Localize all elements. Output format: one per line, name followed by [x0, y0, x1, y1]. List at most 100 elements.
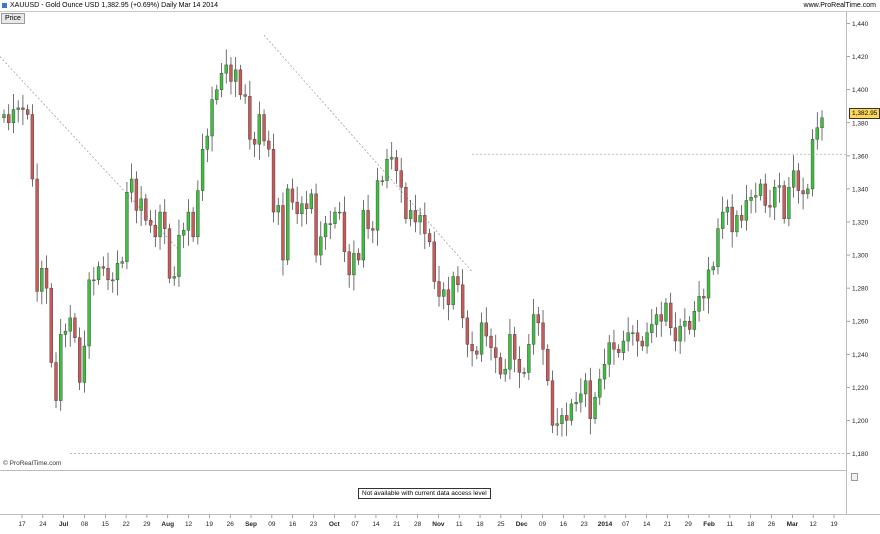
candle-body [234, 69, 238, 82]
x-tick-label: 21 [393, 521, 401, 528]
candle-body [820, 117, 824, 128]
y-tick-label: 1,280 [852, 286, 869, 293]
candle-body [470, 344, 474, 352]
candle-body [517, 359, 522, 373]
candle-body [21, 107, 25, 110]
candle-body [418, 215, 422, 223]
candle-body [815, 127, 819, 140]
x-tick-label: 18 [747, 521, 755, 528]
x-tick-label: 25 [497, 521, 505, 528]
candle-body [262, 114, 266, 142]
candle-body [63, 330, 68, 335]
candle-body [25, 109, 30, 115]
candle-body [777, 185, 782, 188]
x-tick-label: 21 [664, 521, 672, 528]
time-axis[interactable]: 17 24 Jul 08 15 22 29 Aug 12 19 26 Sep 09 16 23 Oct 07 14… [0, 514, 880, 529]
candle-body [139, 198, 143, 211]
candle-body [44, 268, 49, 289]
candle-body [735, 215, 739, 233]
x-tick-label: 18 [476, 521, 484, 528]
candle-body [541, 322, 545, 350]
candle-body [475, 350, 479, 355]
candle-body [210, 99, 214, 137]
candle-body [16, 107, 20, 110]
candle-body [617, 349, 621, 353]
candle-body [338, 211, 342, 214]
candle-body [144, 198, 148, 221]
candle-body [791, 170, 796, 188]
candle-body [385, 158, 389, 181]
candle-body [574, 402, 578, 405]
candle-body [248, 96, 252, 140]
candle-body [82, 345, 87, 383]
candle-body [219, 72, 224, 90]
candle-body [546, 349, 550, 381]
candle-body [560, 415, 564, 424]
y-tick-label: 1,400 [852, 87, 869, 94]
candle-body [73, 317, 77, 338]
candle-body [229, 64, 233, 82]
candle-body [342, 211, 347, 252]
x-tick-label: Nov [432, 521, 445, 528]
candle-body [167, 228, 172, 279]
y-tick-label: 1,220 [852, 385, 869, 392]
candle-body [54, 362, 58, 401]
x-tick-label: 28 [414, 521, 422, 528]
candle-body [2, 114, 6, 119]
candle-body [304, 203, 309, 209]
candle-body [479, 322, 484, 355]
candle-body [276, 205, 280, 213]
x-tick-label: 2014 [598, 521, 613, 528]
candle-body [96, 266, 101, 281]
candle-body [706, 269, 711, 299]
candle-body [602, 363, 607, 380]
candle-body [659, 314, 663, 322]
price-scale[interactable]: 1,180 1,200 1,220 1,240 1,260 1,280 1,300 1,320… [846, 12, 880, 470]
candle-body [725, 206, 730, 213]
candle-body [749, 196, 753, 201]
candle-body [427, 233, 432, 243]
candle-body [640, 340, 644, 347]
candle-body [579, 393, 583, 403]
candle-body [111, 279, 115, 282]
candle-body [522, 372, 526, 374]
x-tick-label: 16 [560, 521, 568, 528]
x-tick-label: 24 [39, 521, 47, 528]
candle-body [702, 296, 706, 299]
brand-link[interactable]: www.ProRealTime.com [804, 0, 876, 11]
x-tick-label: Sep [245, 521, 257, 528]
candle-body [565, 415, 569, 421]
candle-body [423, 215, 427, 234]
candle-body [134, 178, 139, 211]
candle-body [678, 325, 682, 342]
candle-body [125, 192, 129, 262]
x-tick-label: 29 [685, 521, 693, 528]
x-tick-label: 19 [206, 521, 214, 528]
x-tick-label: Aug [161, 521, 174, 528]
x-tick-label: 08 [81, 521, 89, 528]
candle-body [101, 266, 105, 269]
x-tick-label: 12 [185, 521, 193, 528]
candle-body [399, 170, 403, 188]
candle-body [773, 187, 777, 208]
candle-body [380, 180, 384, 182]
x-tick-label: Mar [787, 521, 799, 528]
price-chart[interactable] [0, 12, 846, 470]
candle-body [489, 335, 493, 348]
y-tick-label: 1,320 [852, 219, 869, 226]
candle-body [309, 193, 314, 209]
candle-body [196, 190, 200, 238]
candle-body [148, 220, 153, 226]
candle-body [555, 423, 559, 426]
x-tick-label: 11 [456, 521, 463, 528]
candle-body [697, 296, 701, 312]
candle-body [35, 178, 39, 292]
candle-body [446, 289, 451, 305]
candle-body [106, 268, 110, 281]
candle-body [673, 327, 678, 342]
indicator-scroll-icon[interactable] [851, 473, 858, 481]
candle-body [375, 180, 380, 231]
candle-body [371, 228, 375, 231]
y-tick-label: 1,380 [852, 120, 869, 127]
x-tick-label: 15 [102, 521, 110, 528]
